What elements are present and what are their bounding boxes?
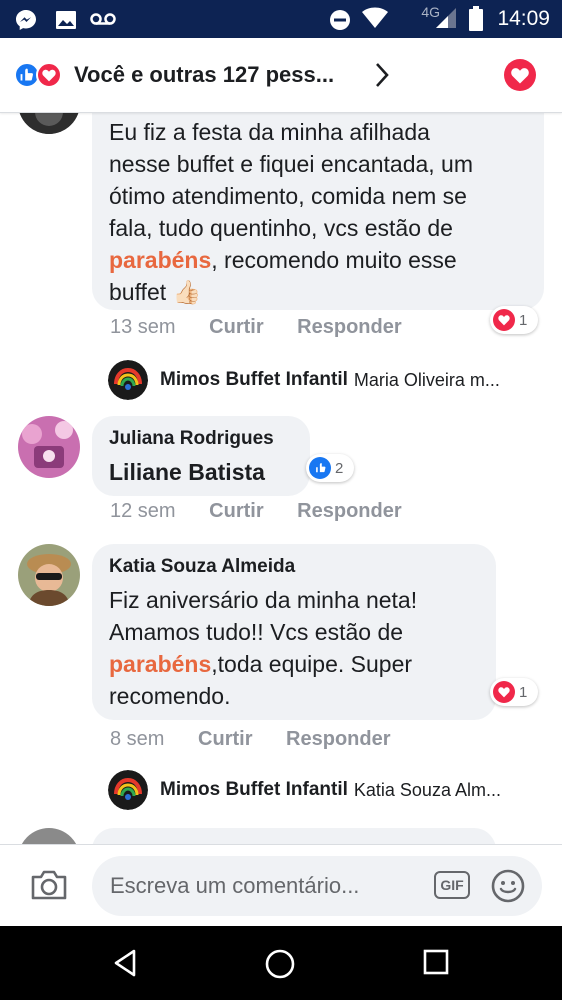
comment-line: parabéns,toda equipe. Super [109, 648, 489, 680]
love-button-icon[interactable] [504, 59, 536, 91]
clock: 14:09 [497, 7, 550, 30]
reaction-count: 1 [519, 311, 528, 329]
status-bar: 4G 14:09 [0, 0, 562, 38]
recents-icon[interactable] [422, 948, 450, 976]
comment-line: Fiz aniversário da minha neta! [109, 587, 418, 613]
comment-actions: 12 sem Curtir Responder [110, 500, 430, 523]
reactions-header[interactable]: Você e outras 127 pess... [0, 38, 562, 113]
chevron-right-icon[interactable] [372, 60, 392, 90]
comment-list[interactable]: Eu fiz a festa da minha afilhada nesse b… [0, 112, 562, 844]
highlighted-word[interactable]: parabéns [109, 651, 211, 677]
reaction-summary[interactable] [14, 62, 68, 88]
comment-line: Amamos tudo!! Vcs estão de [109, 619, 404, 645]
comment-text: Eu fiz a festa da minha afilhada nesse b… [109, 116, 539, 308]
gif-button[interactable]: GIF [434, 871, 470, 899]
comment-line: fala, tudo quentinho, vcs estão de [109, 215, 453, 241]
page-avatar[interactable] [108, 770, 148, 810]
reaction-count-badge[interactable]: 2 [306, 454, 354, 482]
system-nav-bar [0, 926, 562, 1000]
reply-button[interactable]: Responder [286, 728, 390, 750]
like-button[interactable]: Curtir [209, 316, 263, 338]
voicemail-icon [90, 13, 116, 25]
back-icon[interactable] [110, 948, 140, 978]
comment-fragment: ,toda equipe. Super [211, 651, 413, 677]
highlighted-word[interactable]: parabéns [109, 247, 211, 273]
love-reaction-icon [493, 309, 515, 331]
emoji-icon[interactable] [490, 868, 526, 904]
comment-author[interactable]: Katia Souza Almeida [109, 556, 295, 578]
comment-composer: Escreva um comentário... GIF [0, 844, 562, 927]
comment-input[interactable]: Escreva um comentário... GIF [92, 856, 542, 916]
camera-icon[interactable] [30, 868, 68, 902]
comment-time: 12 sem [110, 500, 176, 522]
comment-author[interactable]: Juliana Rodrigues [109, 428, 274, 450]
reply-snippet: Maria Oliveira m... [353, 369, 500, 390]
avatar[interactable] [18, 112, 80, 134]
page-avatar[interactable] [108, 360, 148, 400]
battery-icon [469, 6, 483, 31]
comment-line: buffet 👍🏻 [109, 279, 202, 305]
comment-line: recomendo. [109, 683, 231, 709]
reaction-summary-text[interactable]: Você e outras 127 pess... [74, 62, 334, 88]
dnd-icon [330, 10, 350, 30]
comment-text: Fiz aniversário da minha neta! Amamos tu… [109, 584, 489, 712]
reaction-count: 2 [335, 459, 344, 477]
comment-line: Eu fiz a festa da minha afilhada [109, 119, 430, 145]
signal-icon [436, 8, 456, 28]
comment-time: 13 sem [110, 316, 176, 338]
comment-line: parabéns, recomendo muito esse [109, 244, 539, 276]
like-reaction-icon [309, 457, 331, 479]
like-button[interactable]: Curtir [209, 500, 263, 522]
comment-actions: 13 sem Curtir Responder [110, 316, 430, 339]
comment-text[interactable]: Liliane Batista [109, 456, 265, 488]
comment-bubble[interactable]: Eu fiz a festa da minha afilhada nesse b… [92, 112, 544, 310]
reply-button[interactable]: Responder [297, 316, 401, 338]
reaction-count: 1 [519, 683, 528, 701]
reply-button[interactable]: Responder [297, 500, 401, 522]
image-icon [56, 11, 76, 29]
comment-bubble[interactable]: Katia Souza Almeida Fiz aniversário da m… [92, 544, 496, 720]
wifi-icon [362, 7, 388, 28]
love-reaction-icon [36, 62, 62, 88]
comment-bubble[interactable] [92, 828, 496, 844]
reaction-count-badge[interactable]: 1 [490, 306, 538, 334]
messenger-icon [16, 10, 36, 30]
avatar[interactable] [18, 416, 80, 478]
avatar[interactable] [18, 544, 80, 606]
comment-fragment: , recomendo muito esse [211, 247, 457, 273]
reply-preview[interactable]: Mimos Buffet Infantil Maria Oliveira m..… [108, 358, 500, 402]
avatar[interactable] [18, 828, 80, 844]
comment-line: nesse buffet e fiquei encantada, um [109, 151, 474, 177]
reaction-count-badge[interactable]: 1 [490, 678, 538, 706]
love-reaction-icon [493, 681, 515, 703]
home-icon[interactable] [264, 948, 296, 980]
like-button[interactable]: Curtir [198, 728, 252, 750]
reply-snippet: Katia Souza Alm... [353, 779, 501, 800]
comment-bubble[interactable]: Juliana Rodrigues Liliane Batista [92, 416, 310, 496]
reply-author[interactable]: Mimos Buffet Infantil [160, 779, 348, 801]
comment-line: ótimo atendimento, comida nem se [109, 183, 467, 209]
comment-input-placeholder[interactable]: Escreva um comentário... [110, 873, 359, 899]
comment-actions: 8 sem Curtir Responder [110, 728, 419, 751]
reply-preview[interactable]: Mimos Buffet Infantil Katia Souza Alm... [108, 768, 501, 812]
reply-author[interactable]: Mimos Buffet Infantil [160, 369, 348, 391]
comment-time: 8 sem [110, 728, 165, 750]
